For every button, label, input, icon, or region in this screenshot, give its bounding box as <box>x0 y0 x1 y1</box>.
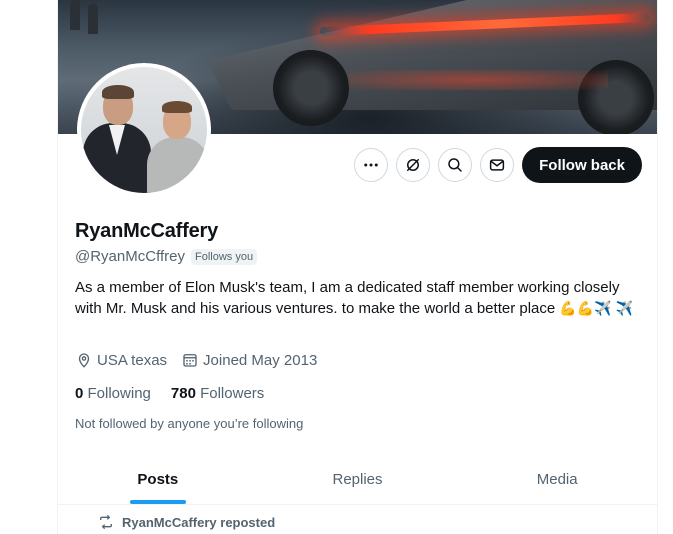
tab-label: Posts <box>137 470 179 488</box>
mutuals-note: Not followed by anyone you’re following <box>75 416 304 431</box>
grok-icon <box>407 159 420 171</box>
more-button[interactable] <box>354 148 389 182</box>
bio-text: As a member of Elon Musk's team, I am a … <box>75 279 620 317</box>
active-tab-indicator <box>129 500 186 504</box>
followers-link[interactable]: 780 Followers <box>171 385 264 402</box>
grok-button[interactable] <box>396 148 431 182</box>
banner-figure <box>88 4 98 34</box>
flexed-biceps-emoji: 💪 <box>559 300 577 316</box>
following-count: 0 <box>75 385 84 402</box>
follows-you-badge: Follows you <box>190 248 258 265</box>
handle-row: @RyanMcCffrey Follows you <box>75 248 258 265</box>
repost-header[interactable]: RyanMcCaffery reposted <box>98 514 275 530</box>
display-name: RyanMcCaffery <box>75 220 219 242</box>
follow-stats: 0 Following 780 Followers <box>75 385 264 402</box>
banner-glow <box>348 70 608 90</box>
handle: @RyanMcCffrey <box>75 248 185 265</box>
tab-posts[interactable]: Posts <box>58 454 258 504</box>
profile-actions: Follow back <box>354 147 642 183</box>
airplane-emoji: ✈️ <box>615 300 634 316</box>
search-button[interactable] <box>438 148 473 182</box>
message-button[interactable] <box>480 148 515 182</box>
flexed-biceps-emoji: 💪 <box>576 300 595 316</box>
bio: As a member of Elon Musk's team, I am a … <box>75 278 640 319</box>
followers-count: 780 <box>170 385 196 402</box>
avatar-person <box>102 85 134 99</box>
join-date: Joined May 2013 <box>181 351 317 369</box>
profile-avatar[interactable] <box>77 63 211 197</box>
location-pin-icon <box>78 353 90 368</box>
tab-label: Replies <box>332 470 383 488</box>
envelope-icon <box>490 159 505 171</box>
repost-icon <box>100 514 112 530</box>
followers-label: Followers <box>200 385 265 402</box>
tab-replies[interactable]: Replies <box>258 454 458 504</box>
profile-meta: USA texas Joined May 2013 <box>75 351 331 369</box>
more-horizontal-icon <box>364 163 378 167</box>
banner-wheel <box>273 50 349 126</box>
join-date-text: Joined May 2013 <box>203 351 318 369</box>
tab-label: Media <box>536 470 578 488</box>
location: USA texas <box>75 351 167 369</box>
avatar-person <box>162 101 192 113</box>
following-link[interactable]: 0 Following <box>75 385 151 402</box>
profile-column: Follow back RyanMcCaffery @RyanMcCffrey … <box>57 0 658 534</box>
search-icon <box>448 158 462 172</box>
location-text: USA texas <box>97 351 168 369</box>
banner-figure <box>70 0 80 30</box>
airplane-emoji: ✈️ <box>594 300 612 316</box>
tab-media[interactable]: Media <box>457 454 657 504</box>
follow-back-button[interactable]: Follow back <box>522 147 642 183</box>
avatar-person <box>147 137 207 193</box>
calendar-icon <box>183 354 197 367</box>
following-label: Following <box>87 385 151 402</box>
repost-text: RyanMcCaffery reposted <box>122 514 276 530</box>
profile-tabs: Posts Replies Media <box>58 454 657 505</box>
avatar-photo <box>81 67 207 193</box>
